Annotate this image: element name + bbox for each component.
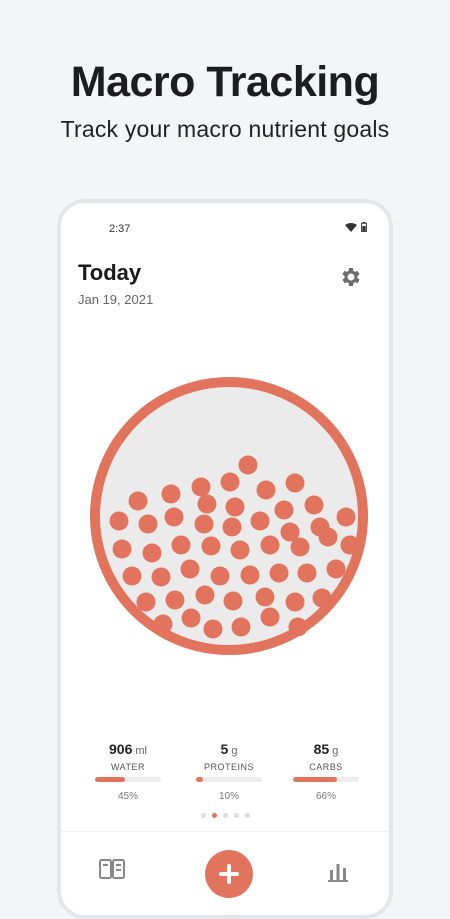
bowl-ball [195, 585, 215, 605]
water-progress-bar [95, 777, 161, 782]
page-title: Today [78, 260, 142, 285]
bowl-ball [128, 491, 148, 511]
carbs-progress-bar [293, 777, 359, 782]
proteins-unit: g [231, 745, 238, 757]
bowl-ball [260, 607, 280, 627]
bowl-ball [112, 539, 132, 559]
status-bar: 2:37 [61, 203, 389, 239]
tab-bar [61, 831, 389, 915]
pager-dot[interactable] [200, 813, 206, 818]
bowl-fill [90, 377, 368, 655]
bowl-ball [336, 507, 356, 527]
bowl-ball [304, 495, 324, 515]
water-progress-fill [95, 777, 125, 782]
bar-chart-icon[interactable] [327, 860, 349, 882]
add-button[interactable] [205, 850, 253, 898]
bowl-ball [231, 617, 251, 637]
bowl-ball [151, 567, 171, 587]
bowl-ball [297, 563, 317, 583]
water-label: WATER [111, 762, 145, 772]
bowl-ball [290, 537, 310, 557]
water-percent: 45% [117, 791, 138, 802]
promo-subtitle: Track your macro nutrient goals [60, 116, 390, 142]
bowl-ball [326, 559, 346, 579]
water-value: 906 [109, 741, 133, 757]
book-icon[interactable] [99, 858, 125, 880]
bowl-ball [340, 535, 360, 555]
carbs-value: 85 [313, 741, 330, 757]
bowl-ball [255, 587, 275, 607]
macro-stats: 906 ml WATER 45% 5g PROTEINS 10% 85 g CARB… [61, 741, 389, 811]
stat-carbs: 85 g CARBS 66% [276, 741, 376, 802]
bowl-ball [109, 511, 129, 531]
proteins-progress-bar [196, 777, 262, 782]
bowl-ball [142, 543, 162, 563]
bowl-ball [288, 617, 308, 637]
bowl-ball [181, 608, 201, 628]
bowl-ball [161, 484, 181, 504]
bowl-ball [164, 507, 184, 527]
promo-title: Macro Tracking [70, 58, 380, 106]
bowl-ball [171, 535, 191, 555]
bowl-ball [312, 588, 332, 608]
bowl-ball [153, 614, 173, 634]
bowl-ball [122, 566, 142, 586]
carbs-progress-fill [293, 777, 337, 782]
bowl-ball [285, 473, 305, 493]
phone-frame: 2:37 Today Jan 19, 2021 906ml WATER 45% [57, 199, 393, 919]
water-unit: ml [135, 745, 147, 757]
carbs-percent: 66% [315, 791, 336, 802]
battery-icon [361, 222, 367, 232]
page-date: Jan 19, 2021 [78, 292, 154, 307]
bowl-ball [238, 455, 258, 475]
proteins-progress-fill [196, 777, 203, 782]
pager-dot[interactable] [222, 813, 228, 818]
bowl-ball [220, 472, 240, 492]
stat-proteins: 5g PROTEINS 10% [179, 741, 279, 802]
stat-water: 906 ml WATER 45% [78, 741, 178, 802]
bowl-ball [165, 590, 185, 610]
plus-icon [219, 864, 239, 884]
bowl-ball [191, 477, 211, 497]
proteins-value: 5 [220, 741, 229, 757]
gear-icon[interactable] [339, 265, 363, 289]
bowl-ball [138, 514, 158, 534]
macro-bowl [90, 377, 368, 655]
bowl-ball [223, 591, 243, 611]
carbs-unit: g [332, 745, 339, 757]
proteins-label: PROTEINS [203, 762, 254, 772]
pager-dot[interactable] [233, 813, 239, 818]
bowl-ball [318, 527, 338, 547]
proteins-percent: 10% [218, 791, 239, 802]
bowl-ball [230, 540, 250, 560]
bowl-ball [274, 500, 294, 520]
bowl-ball [210, 566, 230, 586]
bowl-ball [285, 592, 305, 612]
carbs-label: CARBS [309, 762, 343, 772]
pager-dot[interactable] [244, 813, 250, 818]
bowl-ball [256, 480, 276, 500]
bowl-ball [250, 511, 270, 531]
bowl-ball [269, 563, 289, 583]
bowl-ball [180, 559, 200, 579]
pager-dot[interactable] [211, 813, 217, 818]
bowl-ball [260, 535, 280, 555]
bowl-ball [197, 494, 217, 514]
bowl-ball [225, 497, 245, 517]
wifi-icon [345, 222, 357, 232]
bowl-ball [136, 592, 156, 612]
bowl-ball [203, 619, 223, 639]
bowl-ball [201, 536, 221, 556]
bowl-ball [194, 514, 214, 534]
status-time: 2:37 [109, 223, 131, 235]
page-indicator[interactable] [61, 813, 389, 818]
status-icons [345, 222, 367, 232]
bowl-ball [222, 517, 242, 537]
bowl-ball [240, 565, 260, 585]
